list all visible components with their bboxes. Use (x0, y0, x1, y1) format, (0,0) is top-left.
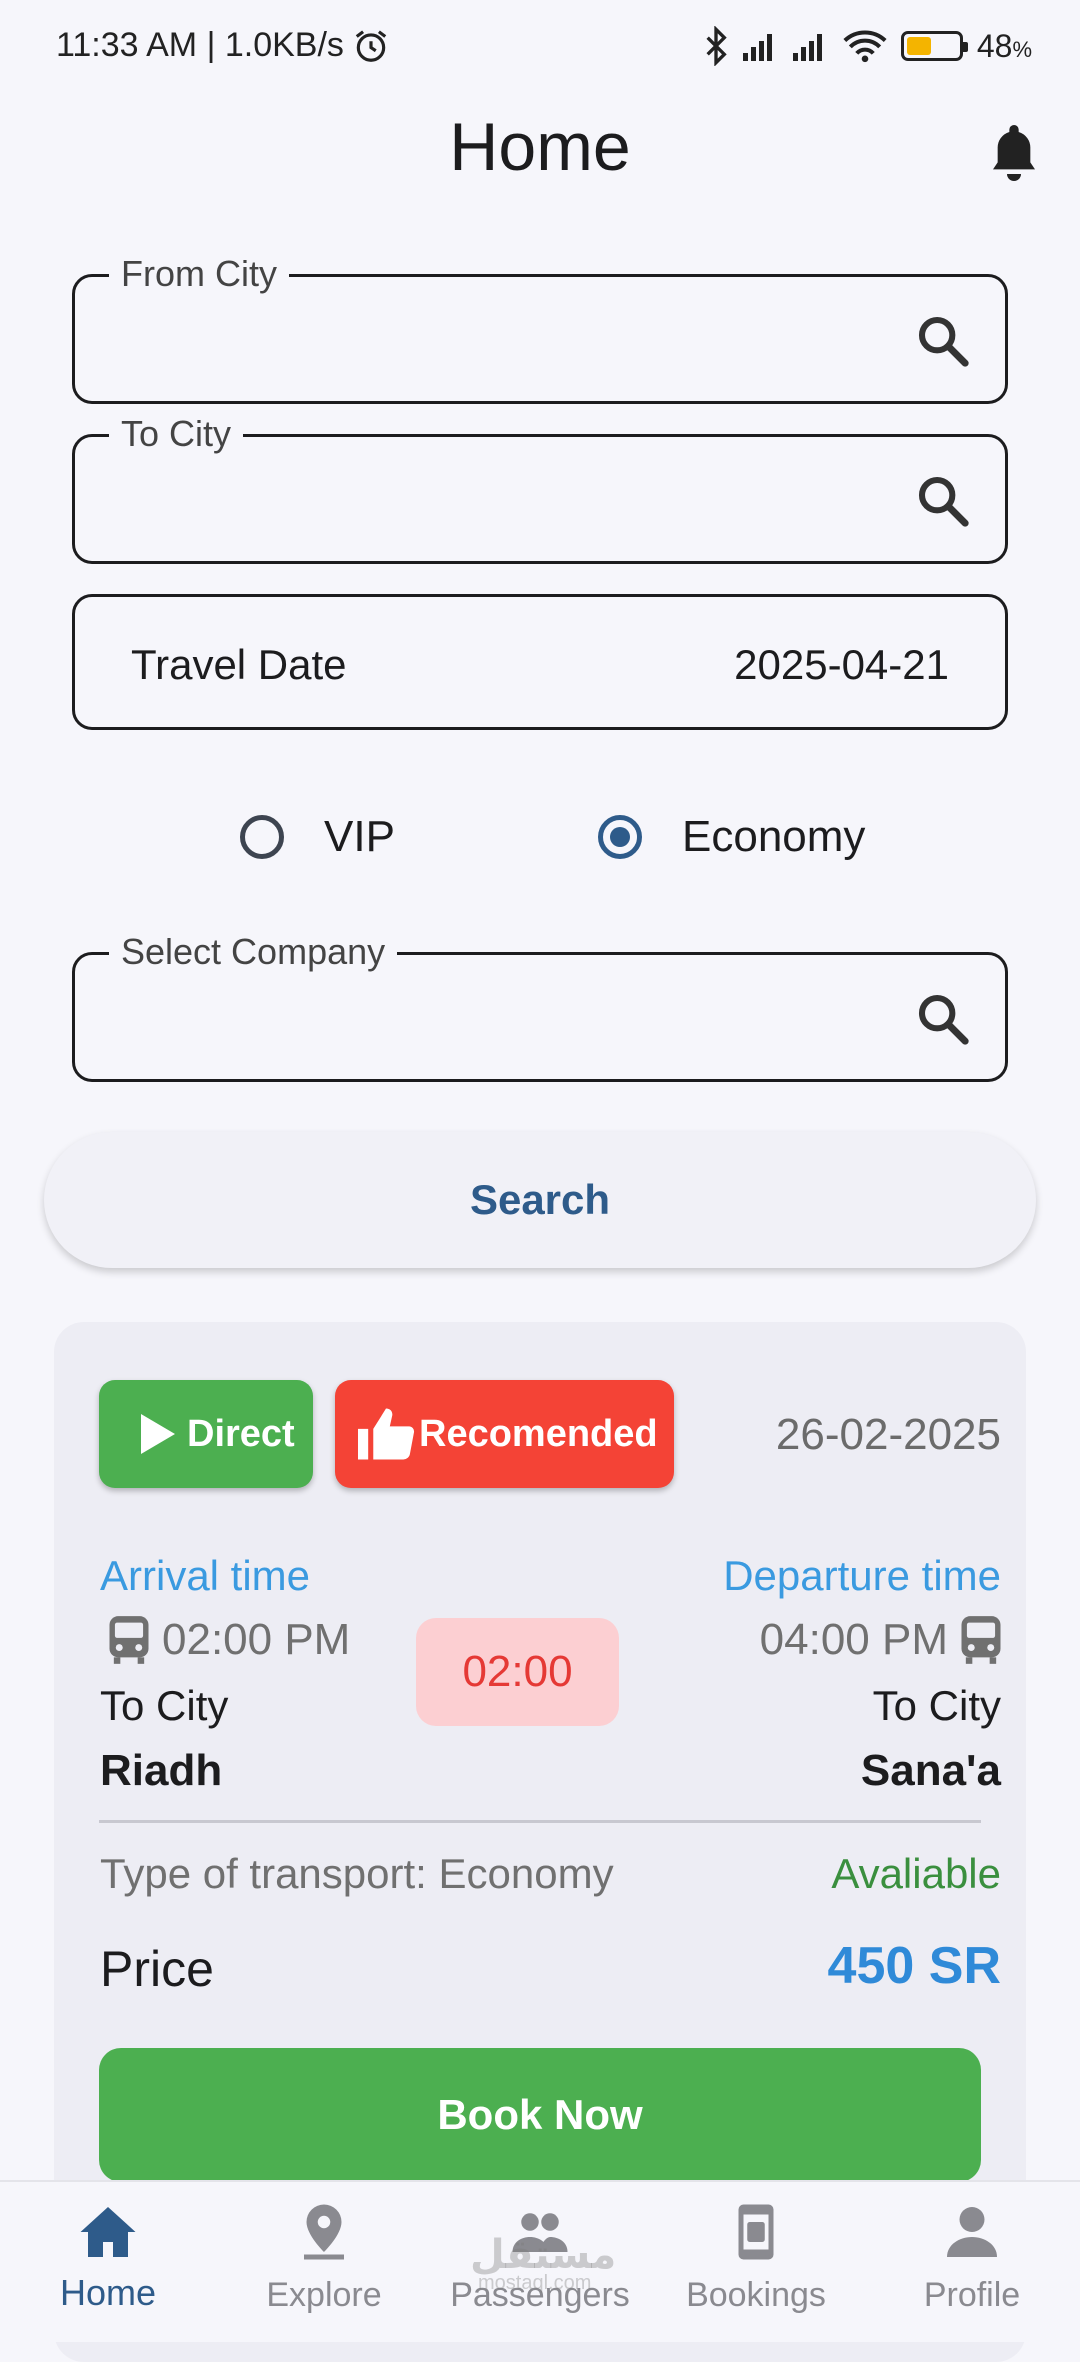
from-city-label: From City (109, 253, 289, 295)
divider (99, 1820, 981, 1823)
nav-home-label: Home (59, 2272, 157, 2313)
to-city-label: To City (109, 413, 244, 455)
nav-bookings-label: Bookings (686, 2276, 826, 2314)
recommended-tag: Recomended (335, 1380, 674, 1488)
nav-home[interactable]: Home (8, 2202, 208, 2314)
bluetooth-icon (706, 26, 727, 66)
nav-bookings[interactable]: Bookings (656, 2202, 856, 2315)
battery-fill (906, 37, 931, 55)
departure-time-row: 04:00 PM (760, 1614, 1004, 1666)
arrival-time: 02:00 PM (162, 1615, 351, 1664)
direct-tag: Direct (99, 1380, 313, 1488)
price-label: Price (100, 1941, 214, 1997)
availability-status: Avaliable (831, 1850, 1001, 1897)
travel-date-field[interactable]: Travel Date 2025-04-21 (72, 594, 1008, 730)
departure-time-title: Departure time (723, 1552, 1001, 1599)
price-value: 450 SR (827, 1937, 1001, 1995)
book-now-button[interactable]: Book Now (99, 2048, 981, 2182)
arrival-city-label: To City (100, 1682, 229, 1729)
departure-time: 04:00 PM (759, 1615, 948, 1664)
select-company-field[interactable]: Select Company (72, 931, 1008, 1082)
departure-city: Sana'a (860, 1746, 1001, 1795)
travel-date-value: 2025-04-21 (734, 641, 949, 688)
signal-icon (742, 34, 772, 61)
wifi-icon (843, 30, 887, 63)
status-time-speed: 11:33 AM | 1.0KB/s (56, 26, 344, 64)
play-icon (141, 1414, 175, 1454)
location-pin-icon (304, 2204, 344, 2260)
bus-icon (109, 1616, 149, 1664)
transport-type: Type of transport: Economy (100, 1850, 614, 1897)
search-button[interactable]: Search (44, 1132, 1036, 1268)
arrival-time-title: Arrival time (100, 1552, 311, 1599)
departure-city-label: To City (872, 1682, 1001, 1729)
radio-vip-circle[interactable] (240, 815, 284, 859)
radio-vip[interactable]: VIP (240, 812, 395, 862)
home-icon (80, 2207, 136, 2257)
nav-profile-label: Profile (923, 2276, 1021, 2314)
search-icon[interactable] (915, 991, 971, 1047)
ticket-phone-icon (738, 2204, 774, 2260)
direct-tag-label: Direct (187, 1412, 295, 1455)
thumbs-up-icon (358, 1408, 415, 1460)
battery-icon (900, 31, 968, 61)
signal-icon-2 (792, 34, 822, 61)
radio-economy-circle[interactable] (598, 815, 642, 859)
arrival-city: Riadh (100, 1746, 223, 1795)
radio-economy-label: Economy (682, 812, 866, 861)
to-city-field[interactable]: To City (72, 413, 1008, 564)
radio-vip-label: VIP (324, 812, 395, 861)
battery-unit: % (1012, 36, 1032, 62)
page-title: Home (449, 109, 631, 185)
watermark-sub: mostaql.com (478, 2272, 592, 2294)
search-icon[interactable] (915, 313, 971, 369)
nav-explore[interactable]: Explore (224, 2202, 424, 2315)
status-left: 11:33 AM | 1.0KB/s (56, 26, 390, 65)
nav-profile[interactable]: Profile (872, 2202, 1072, 2315)
duration-badge: 02:00 (416, 1618, 619, 1726)
nav-explore-label: Explore (266, 2276, 382, 2314)
select-company-label: Select Company (109, 931, 398, 973)
trip-date: 26-02-2025 (775, 1410, 1001, 1459)
alarm-icon (355, 29, 387, 62)
search-icon[interactable] (915, 473, 971, 529)
bus-icon (961, 1616, 1001, 1664)
battery-percent: 48% (977, 28, 1032, 65)
status-right: 48% (703, 26, 1032, 66)
battery-value: 48 (976, 27, 1013, 64)
arrival-time-row: 02:00 PM (106, 1614, 350, 1666)
radio-economy[interactable]: Economy (598, 812, 865, 862)
from-city-field[interactable]: From City (72, 253, 1008, 404)
status-bar: 11:33 AM | 1.0KB/s 48% (0, 0, 1080, 96)
person-icon (947, 2207, 997, 2257)
notification-bell-icon[interactable] (986, 120, 1042, 186)
recommended-tag-label: Recomended (419, 1412, 658, 1455)
travel-date-label: Travel Date (131, 641, 347, 688)
